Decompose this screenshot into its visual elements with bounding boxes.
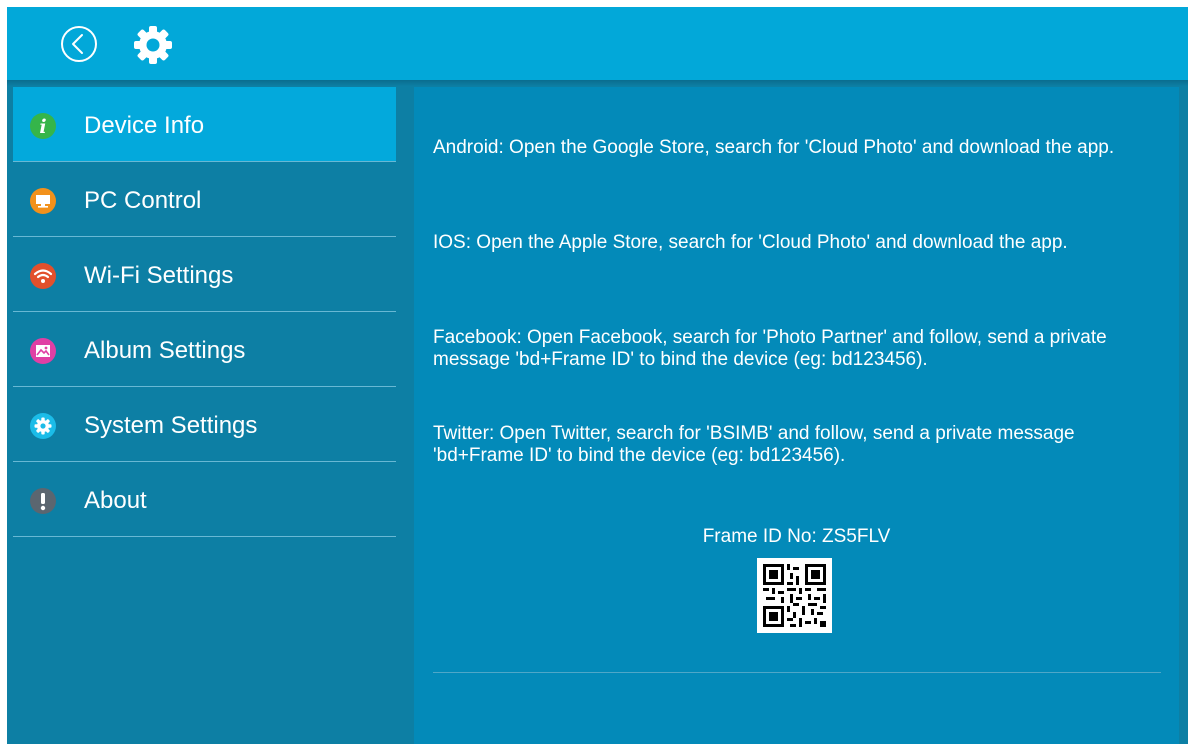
sidebar-item-device-info[interactable]: i Device Info [13, 87, 396, 162]
top-bar-shadow [7, 80, 1188, 86]
sidebar-item-label: System Settings [84, 412, 258, 439]
sidebar: i Device Info PC Control Wi-Fi Settings [13, 87, 396, 744]
sidebar-item-label: PC Control [84, 187, 202, 214]
frame-id-label: Frame ID No: ZS5FLV [702, 526, 891, 547]
monitor-icon [30, 188, 56, 214]
wifi-icon [30, 263, 56, 289]
android-instructions: Android: Open the Google Store, search f… [433, 137, 1115, 158]
sidebar-item-album-settings[interactable]: Album Settings [13, 312, 396, 387]
gear-icon [30, 413, 56, 439]
sidebar-item-system-settings[interactable]: System Settings [13, 387, 396, 462]
app-window: i Device Info PC Control Wi-Fi Settings [7, 7, 1188, 744]
device-info-panel: Android: Open the Google Store, search f… [414, 87, 1179, 744]
content-divider [433, 672, 1161, 673]
qr-code [757, 558, 832, 633]
back-button[interactable] [59, 24, 99, 64]
svg-text:i: i [39, 116, 46, 138]
sidebar-item-label: Wi-Fi Settings [84, 262, 234, 289]
twitter-instructions: Twitter: Open Twitter, search for 'BSIMB… [433, 423, 1075, 466]
ios-instructions: IOS: Open the Apple Store, search for 'C… [433, 232, 1068, 253]
settings-button[interactable] [131, 23, 175, 67]
sidebar-item-label: Album Settings [84, 337, 246, 364]
qr-code-icon [757, 558, 832, 633]
sidebar-item-label: Device Info [84, 112, 205, 139]
image-icon [30, 338, 56, 364]
exclamation-icon [30, 488, 56, 514]
sidebar-item-label: About [84, 487, 147, 514]
back-circle-icon [61, 26, 97, 62]
sidebar-item-pc-control[interactable]: PC Control [13, 162, 396, 237]
sidebar-item-about[interactable]: About [13, 462, 396, 537]
top-bar [7, 7, 1188, 80]
gear-icon [134, 26, 172, 64]
sidebar-item-wifi-settings[interactable]: Wi-Fi Settings [13, 237, 396, 312]
facebook-instructions: Facebook: Open Facebook, search for 'Pho… [433, 327, 1107, 370]
info-icon: i [30, 113, 56, 139]
